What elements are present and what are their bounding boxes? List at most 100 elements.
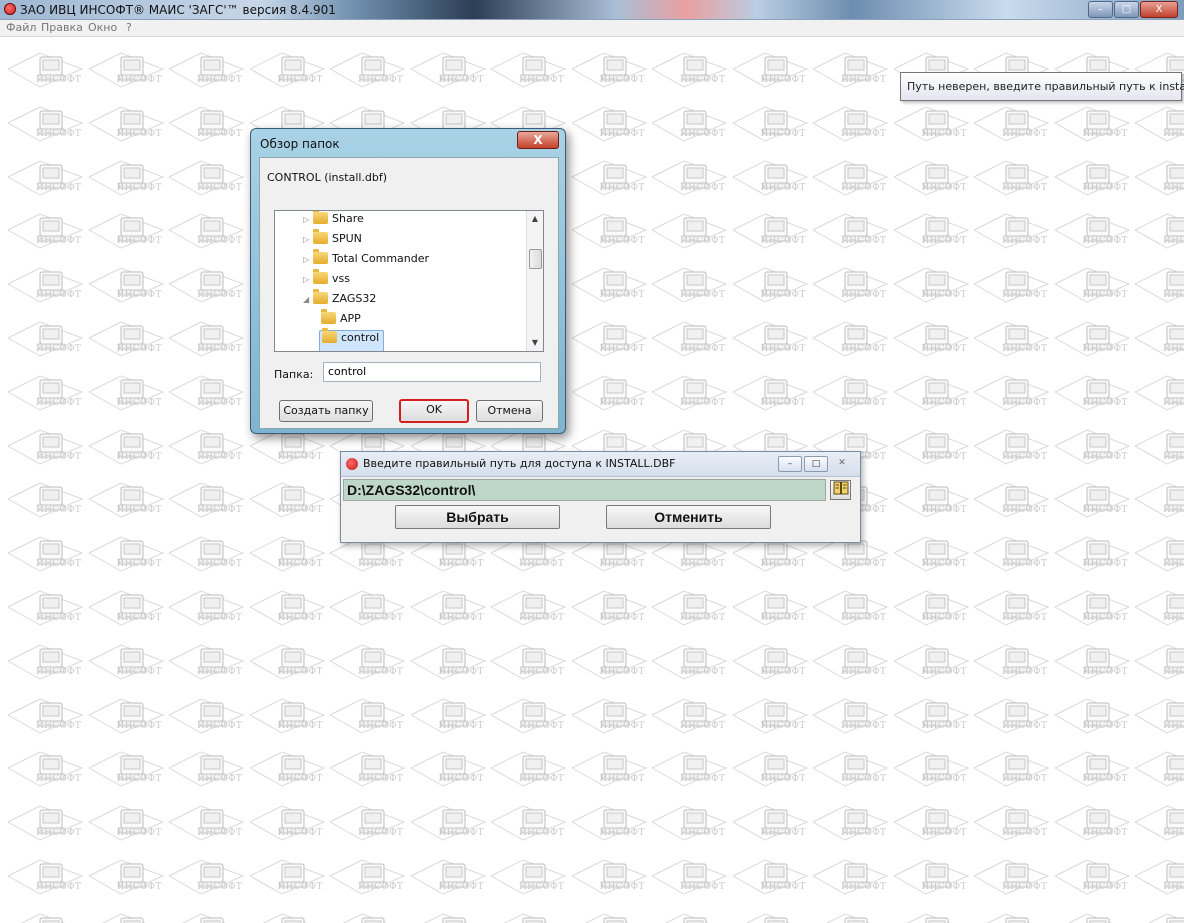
background-tile: ИНСОФТ — [167, 794, 250, 848]
tile-logo-text: ИНСОФТ — [358, 828, 404, 839]
background-tile: ИНСОФТ — [650, 740, 733, 794]
error-tooltip: Путь неверен, введите правильный путь к … — [900, 72, 1184, 101]
background-tile: ИНСОФТ — [167, 579, 250, 633]
maximize-button[interactable]: □ — [1114, 1, 1139, 18]
expand-icon[interactable]: ▷ — [303, 255, 313, 264]
tree-item-label: APP — [340, 312, 361, 325]
background-tile: ИНСОФТ — [489, 902, 572, 923]
background-tile: ИНСОФТ — [6, 794, 89, 848]
tile-logo-text: ИНСОФТ — [841, 128, 887, 139]
background-tile: ИНСОФТ — [570, 579, 653, 633]
menu-edit[interactable]: Правка — [41, 21, 83, 34]
dialog-close-button[interactable]: X — [517, 131, 559, 149]
background-tile: ИНСОФТ — [650, 794, 733, 848]
background-tile: ИНСОФТ — [1133, 633, 1184, 687]
background-tile: ИНСОФТ — [650, 202, 733, 256]
dialog-title: Обзор папок — [260, 137, 340, 151]
background-tile: ИНСОФТ — [1133, 740, 1184, 794]
select-button[interactable]: Выбрать — [395, 505, 560, 529]
ok-button[interactable]: OK — [399, 399, 469, 423]
tile-logo-text: ИНСОФТ — [277, 613, 323, 623]
tile-logo-text: ИНСОФТ — [921, 828, 967, 839]
background-tile: ИНСОФТ — [328, 902, 411, 923]
tile-logo-text: ИНСОФТ — [1163, 182, 1184, 193]
tile-logo-text: ИНСОФТ — [1082, 505, 1128, 516]
tree-item-total-commander[interactable]: ▷ Total Commander — [303, 249, 430, 272]
tile-logo-text: ИНСОФТ — [841, 236, 887, 247]
cancel-path-button[interactable]: Отменить — [606, 505, 771, 529]
expand-icon[interactable]: ▷ — [303, 235, 313, 244]
tile-logo-text: ИНСОФТ — [277, 720, 323, 731]
tile-logo-text: ИНСОФТ — [519, 828, 565, 839]
tile-logo-text: ИНСОФТ — [36, 559, 82, 570]
close-button[interactable]: X — [1140, 1, 1178, 18]
tile-logo-text: ИНСОФТ — [1163, 828, 1184, 839]
folder-tree[interactable]: ▷ Share ▷ SPUN ▷ Total Commander ▷ vss ◢ ZAGS… — [274, 210, 544, 352]
tile-logo-text: ИНСОФТ — [841, 344, 887, 354]
background-tile: ИНСОФТ — [6, 418, 89, 472]
tile-logo-text: ИНСОФТ — [841, 666, 887, 677]
tile-logo-text: ИНСОФТ — [116, 720, 162, 731]
background-tile: ИНСОФТ — [731, 95, 814, 149]
background-tile: ИНСОФТ — [489, 633, 572, 687]
background-tile: ИНСОФТ — [570, 848, 653, 902]
tile-logo-text: ИНСОФТ — [921, 344, 967, 354]
background-tile: ИНСОФТ — [167, 310, 250, 364]
browse-button[interactable] — [830, 480, 851, 500]
background-tile: ИНСОФТ — [167, 202, 250, 256]
expand-icon[interactable]: ▷ — [303, 275, 313, 284]
background-tile: ИНСОФТ — [1053, 525, 1136, 579]
tree-scrollbar[interactable]: ▲ ▼ — [526, 211, 543, 351]
background-tile: ИНСОФТ — [972, 525, 1055, 579]
create-folder-button[interactable]: Создать папку — [279, 400, 373, 422]
scroll-thumb[interactable] — [529, 249, 542, 269]
tile-logo-text: ИНСОФТ — [36, 182, 82, 193]
maximize-button[interactable]: □ — [804, 456, 828, 472]
minimize-button[interactable]: – — [778, 456, 802, 472]
menu-help[interactable]: ? — [126, 21, 132, 34]
expand-icon[interactable]: ▷ — [303, 215, 313, 224]
background-tile: ИНСОФТ — [6, 525, 89, 579]
tree-item-control[interactable]: control — [319, 328, 385, 351]
background-tile: ИНСОФТ — [248, 579, 331, 633]
path-input[interactable]: D:\ZAGS32\control\ — [343, 479, 826, 501]
background-tile: ИНСОФТ — [811, 902, 894, 923]
tile-logo-text: ИНСОФТ — [277, 505, 323, 516]
tree-item-label: Total Commander — [332, 252, 430, 265]
tile-logo-text: ИНСОФТ — [358, 75, 404, 85]
tree-item-vss[interactable]: ▷ vss — [303, 269, 350, 292]
background-tile: ИНСОФТ — [892, 794, 975, 848]
tile-logo-text: ИНСОФТ — [1002, 559, 1048, 570]
tile-logo-text: ИНСОФТ — [841, 882, 887, 892]
background-tile: ИНСОФТ — [1133, 687, 1184, 741]
tile-logo-text: ИНСОФТ — [36, 666, 82, 677]
background-tile: ИНСОФТ — [409, 633, 492, 687]
tree-item-spun[interactable]: ▷ SPUN — [303, 229, 362, 252]
menu-file[interactable]: Файл — [6, 21, 36, 34]
scroll-down-icon[interactable]: ▼ — [527, 335, 543, 351]
menu-window[interactable]: Окно — [88, 21, 117, 34]
tile-logo-text: ИНСОФТ — [197, 505, 243, 516]
background-tile: ИНСОФТ — [892, 418, 975, 472]
tile-logo-text: ИНСОФТ — [438, 666, 484, 677]
tree-item-zags32[interactable]: ◢ ZAGS32 — [303, 289, 376, 312]
tile-logo-text: ИНСОФТ — [116, 182, 162, 193]
close-button[interactable]: ✕ — [830, 456, 854, 472]
tile-logo-text: ИНСОФТ — [1002, 290, 1048, 301]
background-tile: ИНСОФТ — [87, 418, 170, 472]
background-tile: ИНСОФТ — [972, 633, 1055, 687]
background-tile: ИНСОФТ — [489, 848, 572, 902]
scroll-up-icon[interactable]: ▲ — [527, 211, 543, 227]
tile-logo-text: ИНСОФТ — [1002, 882, 1048, 892]
collapse-icon[interactable]: ◢ — [303, 295, 313, 304]
tile-logo-text: ИНСОФТ — [116, 75, 162, 85]
minimize-button[interactable]: – — [1088, 1, 1113, 18]
background-tile: ИНСОФТ — [1133, 310, 1184, 364]
background-tile: ИНСОФТ — [1053, 418, 1136, 472]
background-tile: ИНСОФТ — [570, 95, 653, 149]
cancel-button[interactable]: Отмена — [476, 400, 543, 422]
background-tile: ИНСОФТ — [1053, 902, 1136, 923]
background-tile: ИНСОФТ — [87, 687, 170, 741]
background-tile: ИНСОФТ — [892, 525, 975, 579]
folder-input[interactable]: control — [323, 362, 541, 382]
